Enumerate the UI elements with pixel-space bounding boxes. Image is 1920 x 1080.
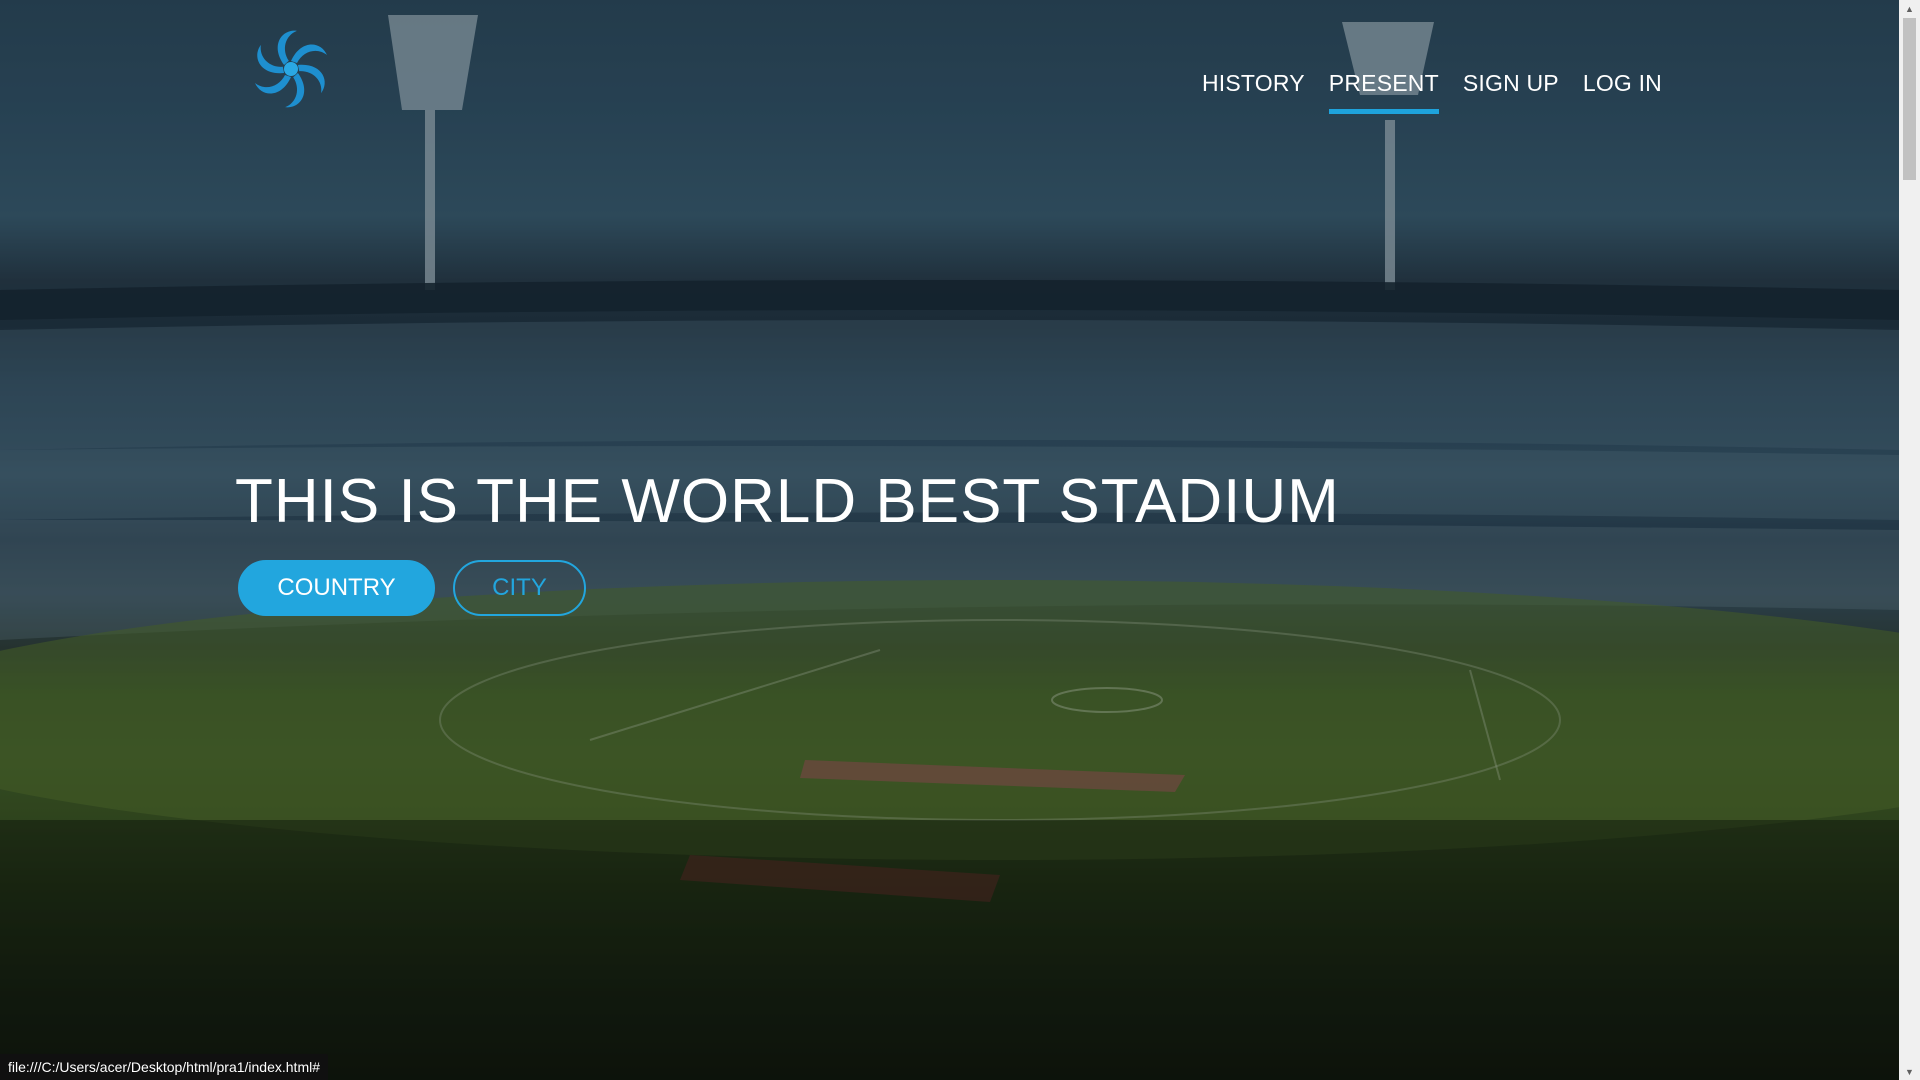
main-nav: HISTORY PRESENT SIGN UP LOG IN bbox=[1202, 70, 1662, 114]
hero-buttons: COUNTRY CITY bbox=[238, 560, 586, 616]
nav-item-sign-up[interactable]: SIGN UP bbox=[1463, 70, 1559, 114]
vertical-scrollbar[interactable]: ▲ ▼ bbox=[1899, 0, 1920, 1080]
dark-overlay bbox=[0, 0, 1899, 1080]
scroll-up-arrow-icon[interactable]: ▲ bbox=[1899, 0, 1920, 17]
hero-title: THIS IS THE WORLD BEST STADIUM bbox=[235, 467, 1340, 536]
nav-item-history[interactable]: HISTORY bbox=[1202, 70, 1305, 114]
page-viewport: HISTORY PRESENT SIGN UP LOG IN THIS IS T… bbox=[0, 0, 1899, 1080]
city-button[interactable]: CITY bbox=[453, 560, 586, 616]
status-bar-url: file:///C:/Users/acer/Desktop/html/pra1/… bbox=[0, 1054, 329, 1080]
nav-item-present[interactable]: PRESENT bbox=[1328, 70, 1439, 114]
scroll-thumb[interactable] bbox=[1903, 18, 1916, 180]
nav-item-log-in[interactable]: LOG IN bbox=[1583, 70, 1662, 114]
swirl-logo-icon[interactable] bbox=[246, 24, 336, 114]
country-button[interactable]: COUNTRY bbox=[238, 560, 435, 616]
scroll-down-arrow-icon[interactable]: ▼ bbox=[1899, 1063, 1920, 1080]
